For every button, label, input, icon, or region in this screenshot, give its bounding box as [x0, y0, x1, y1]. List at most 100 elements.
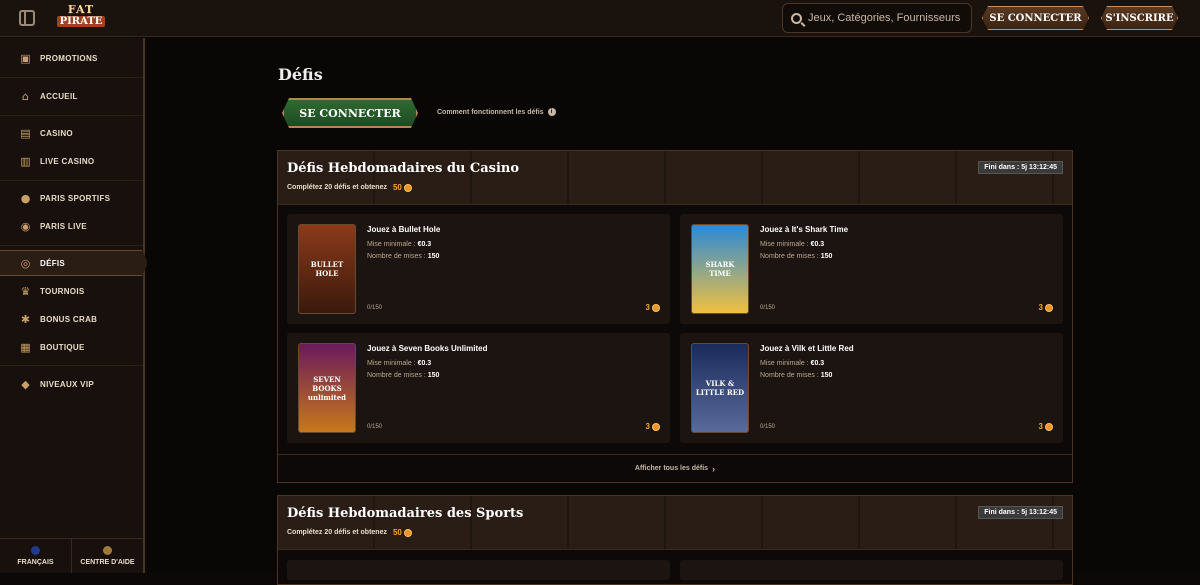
sidebar-item-live-casino[interactable]: ▥ LIVE CASINO	[0, 148, 143, 174]
panel-header: Défis Hebdomadaires du Casino Complétez …	[278, 151, 1072, 205]
panel-subtitle: Complétez 20 défis et obtenez 50	[287, 183, 412, 192]
challenge-card[interactable]: SEVEN BOOKS unlimited Jouez à Seven Book…	[287, 333, 670, 443]
show-all-challenges-link[interactable]: Afficher tous les défis ›	[278, 454, 1072, 482]
coin-icon	[403, 183, 412, 192]
min-bet-label: Mise minimale :	[367, 241, 416, 248]
sidebar: ▣ PROMOTIONS ⌂ ACCUEIL ▤ CASINO ▥ LIVE C…	[0, 38, 145, 573]
sidebar-item-paris-live[interactable]: ◉ PARIS LIVE	[0, 213, 143, 239]
min-bet-label: Mise minimale :	[760, 241, 809, 248]
logo[interactable]: FAT PIRATE	[57, 3, 105, 33]
coin-icon	[403, 528, 412, 537]
gift-icon: ▣	[20, 51, 31, 65]
search-box[interactable]	[782, 3, 972, 33]
challenge-card[interactable]	[680, 560, 1063, 580]
language-label: FRANÇAIS	[17, 559, 54, 566]
card-reward-value: 3	[645, 422, 650, 431]
shop-icon: ▦	[20, 340, 31, 354]
min-bet-label: Mise minimale :	[760, 360, 809, 367]
challenge-card[interactable]: VILK & LITTLE RED Jouez à Vilk et Little…	[680, 333, 1063, 443]
eu-flag-icon	[31, 546, 40, 555]
sidebar-item-bonus-crab[interactable]: ✱ BONUS CRAB	[0, 306, 143, 332]
panel-title: Défis Hebdomadaires du Casino	[287, 161, 520, 176]
game-thumbnail[interactable]: BULLET HOLE	[298, 224, 356, 314]
challenge-card[interactable]	[287, 560, 670, 580]
min-bet-line: Mise minimale : €0.3	[760, 360, 824, 367]
sidebar-item-boutique[interactable]: ▦ BOUTIQUE	[0, 334, 143, 360]
sidebar-item-defis[interactable]: ◎ DÉFIS	[0, 250, 148, 276]
sidebar-item-casino[interactable]: ▤ CASINO	[0, 120, 143, 146]
sidebar-item-label: NIVEAUX VIP	[40, 379, 94, 389]
card-reward-value: 3	[1038, 303, 1043, 312]
bet-count-value: 150	[820, 253, 833, 260]
progress-text: 0/150	[367, 305, 383, 311]
live-ball-icon: ◉	[20, 219, 31, 233]
bet-count-line: Nombre de mises : 150	[760, 372, 832, 379]
bet-count-label: Nombre de mises :	[760, 253, 819, 260]
help-label: CENTRE D'AIDE	[80, 559, 135, 566]
sidebar-item-label: CASINO	[40, 128, 73, 138]
panel-title: Défis Hebdomadaires des Sports	[287, 506, 524, 521]
sidebar-item-label: DÉFIS	[40, 258, 66, 268]
countdown-badge: Fini dans : 5j 13:12:45	[978, 161, 1063, 174]
sidebar-item-tournois[interactable]: ♛ TOURNOIS	[0, 278, 143, 304]
help-icon	[103, 546, 112, 555]
casino-challenges-panel: Défis Hebdomadaires du Casino Complétez …	[277, 150, 1073, 483]
help-center-link[interactable]: CENTRE D'AIDE	[72, 539, 143, 573]
language-selector[interactable]: FRANÇAIS	[0, 539, 72, 573]
countdown-badge: Fini dans : 5j 13:12:45	[978, 506, 1063, 519]
card-reward: 3	[646, 422, 660, 431]
sidebar-item-label: TOURNOIS	[40, 286, 85, 296]
home-icon: ⌂	[22, 89, 29, 103]
card-reward-value: 3	[1038, 422, 1043, 431]
bet-count-label: Nombre de mises :	[367, 253, 426, 260]
bet-count-value: 150	[427, 372, 440, 379]
min-bet-label: Mise minimale :	[367, 360, 416, 367]
sidebar-item-paris-sportifs[interactable]: ● PARIS SPORTIFS	[0, 185, 143, 211]
sidebar-item-label: PARIS SPORTIFS	[40, 193, 111, 203]
sidebar-item-promotions[interactable]: ▣ PROMOTIONS	[0, 45, 143, 71]
search-input[interactable]	[808, 12, 963, 24]
login-cta-button[interactable]: SE CONNECTER	[282, 98, 418, 128]
register-button[interactable]: S'INSCRIRE	[1101, 6, 1178, 30]
game-thumbnail[interactable]: SEVEN BOOKS unlimited	[298, 343, 356, 433]
card-reward-value: 3	[645, 303, 650, 312]
sidebar-item-niveaux-vip[interactable]: ◆ NIVEAUX VIP	[0, 371, 143, 397]
main-content: Défis SE CONNECTER Comment fonctionnent …	[147, 38, 1200, 585]
coin-icon	[652, 422, 660, 431]
ball-icon: ●	[20, 191, 31, 205]
progress-text: 0/150	[367, 424, 383, 430]
bet-count-value: 150	[820, 372, 833, 379]
game-thumbnail[interactable]: SHARK TIME	[691, 224, 749, 314]
sidebar-item-label: PARIS LIVE	[40, 221, 87, 231]
bet-count-line: Nombre de mises : 150	[367, 372, 439, 379]
show-all-label: Afficher tous les défis	[634, 465, 709, 472]
bet-count-line: Nombre de mises : 150	[760, 253, 832, 260]
login-button[interactable]: SE CONNECTER	[982, 6, 1089, 30]
how-it-works-link[interactable]: Comment fonctionnent les défis i	[437, 108, 556, 116]
panel-subtitle: Complétez 20 défis et obtenez 50	[287, 528, 412, 537]
challenge-title: Jouez à It's Shark Time	[760, 225, 849, 234]
challenge-grid: BULLET HOLE Jouez à Bullet Hole Mise min…	[278, 205, 1072, 455]
sidebar-item-accueil[interactable]: ⌂ ACCUEIL	[0, 83, 143, 109]
sidebar-toggle-icon[interactable]	[19, 10, 35, 26]
chevron-right-icon: ›	[712, 463, 716, 474]
challenge-title: Jouez à Vilk et Little Red	[760, 344, 854, 353]
card-reward: 3	[1039, 303, 1053, 312]
min-bet-line: Mise minimale : €0.3	[760, 241, 824, 248]
sidebar-footer: FRANÇAIS CENTRE D'AIDE	[0, 538, 143, 573]
page-title: Défis	[278, 65, 323, 84]
game-thumbnail[interactable]: VILK & LITTLE RED	[691, 343, 749, 433]
min-bet-value: €0.3	[417, 360, 432, 367]
diamond-icon: ◆	[21, 377, 30, 391]
trophy-icon: ♛	[20, 284, 31, 298]
bet-count-label: Nombre de mises :	[760, 372, 819, 379]
crab-icon: ✱	[20, 312, 31, 326]
min-bet-value: €0.3	[810, 360, 825, 367]
panel-reward: 50	[392, 183, 402, 192]
challenge-card[interactable]: SHARK TIME Jouez à It's Shark Time Mise …	[680, 214, 1063, 324]
coin-icon	[652, 303, 660, 312]
sidebar-item-label: BOUTIQUE	[40, 342, 85, 352]
divider	[0, 365, 143, 366]
coin-icon	[1045, 303, 1053, 312]
challenge-card[interactable]: BULLET HOLE Jouez à Bullet Hole Mise min…	[287, 214, 670, 324]
